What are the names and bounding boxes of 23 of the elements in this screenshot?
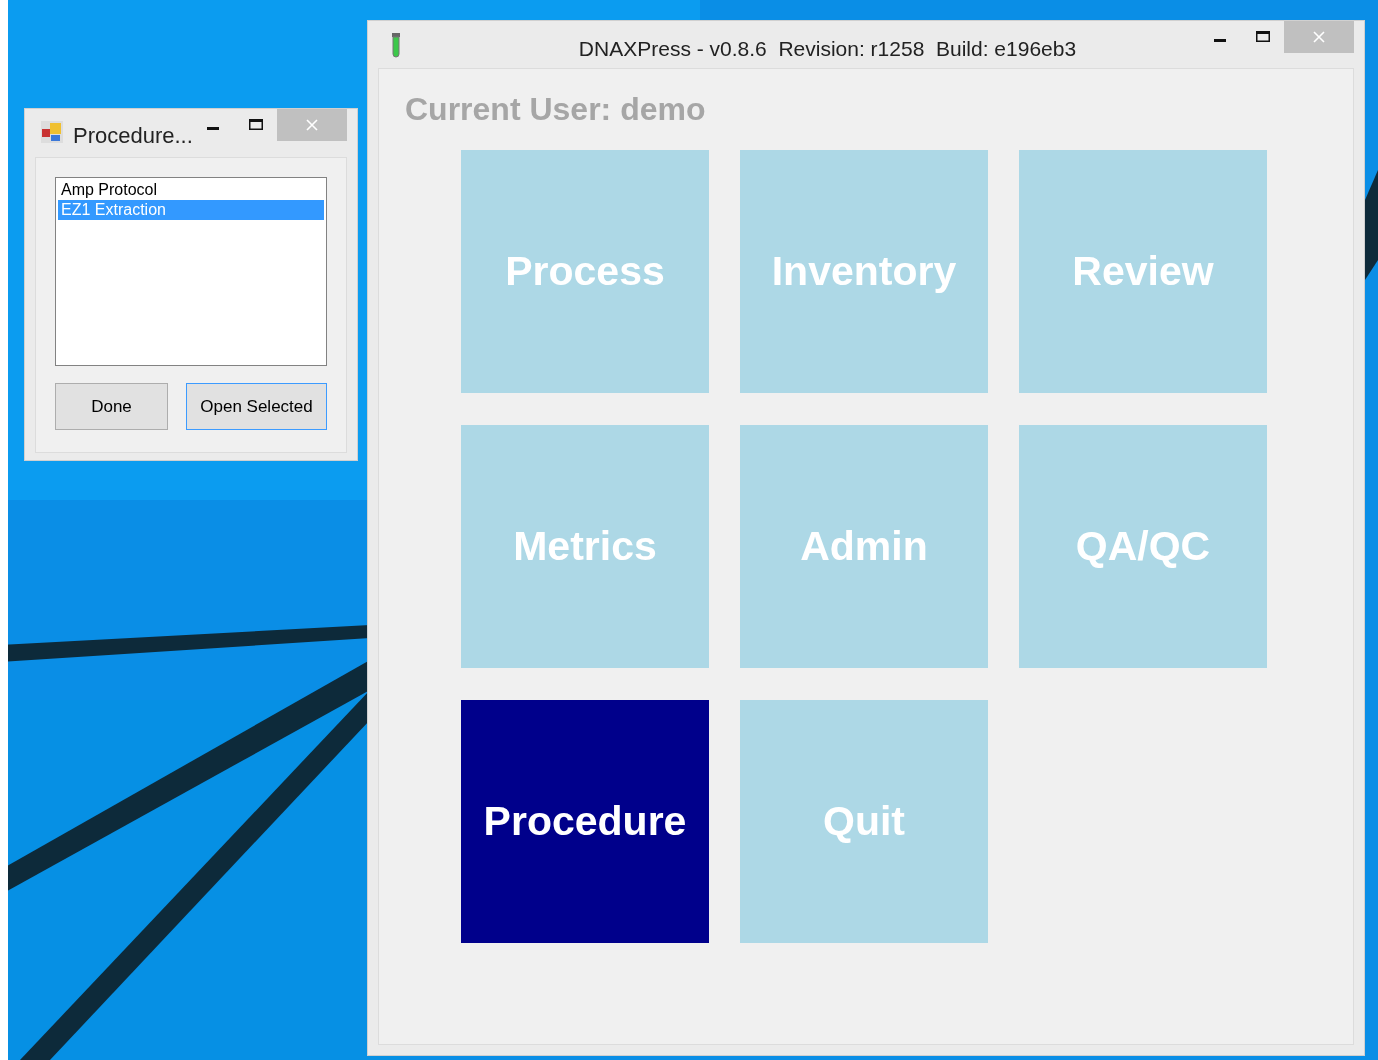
menu-tile[interactable]: Metrics: [461, 425, 709, 668]
maximize-icon[interactable]: [248, 119, 263, 130]
menu-tile[interactable]: Review: [1019, 150, 1267, 393]
app-icon: [41, 121, 63, 143]
window-title: Procedure...: [73, 122, 193, 150]
dialog-button[interactable]: Done: [55, 383, 168, 430]
menu-tile[interactable]: Inventory: [740, 150, 988, 393]
dialog-button[interactable]: Open Selected: [186, 383, 327, 430]
menu-tile[interactable]: Admin: [740, 425, 988, 668]
list-item[interactable]: Amp Protocol: [58, 180, 324, 200]
close-icon: [305, 119, 318, 131]
menu-tile[interactable]: Process: [461, 150, 709, 393]
maximize-icon[interactable]: [1256, 31, 1270, 42]
close-icon: [1313, 31, 1325, 43]
menu-tile[interactable]: Procedure: [461, 700, 709, 943]
list-item[interactable]: EZ1 Extraction: [58, 200, 324, 220]
test-tube-icon: [391, 33, 401, 59]
minimize-icon[interactable]: [1214, 39, 1226, 43]
menu-tile[interactable]: Quit: [740, 700, 988, 943]
minimize-icon[interactable]: [206, 127, 219, 131]
current-user-label: Current User: demo: [405, 90, 707, 129]
menu-tile[interactable]: QA/QC: [1019, 425, 1267, 668]
window-title: DNAXPress - v0.8.6 Revision: r1258 Build: e196eb3: [578, 36, 1077, 62]
